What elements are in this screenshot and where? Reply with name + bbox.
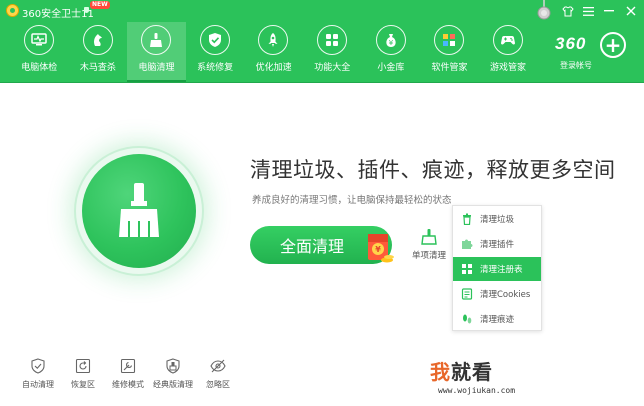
puzzle-icon [462, 239, 473, 249]
money-bag-icon: ¥ [375, 25, 406, 55]
brand-360: 360 [555, 34, 587, 53]
svg-text:¥: ¥ [375, 245, 381, 254]
menu-item-label: 清理痕迹 [480, 315, 515, 325]
menu-item-clean-junk[interactable]: 清理垃圾 [453, 207, 541, 231]
tool-label: 恢复区 [71, 380, 95, 389]
single-clean-button[interactable]: 单项清理 [408, 228, 450, 261]
watermark: 我就看 www.wojiukan.com [430, 356, 515, 395]
nav-item-computer-checkup[interactable]: 电脑体检 [10, 22, 69, 80]
tool-label: 维修模式 [112, 380, 144, 389]
bottom-toolbar: 自动清理 恢复区 维修模式 经典版清理 忽略区 [16, 358, 241, 390]
nav-label: 软件管家 [431, 63, 468, 73]
menu-item-clean-cookies[interactable]: 清理Cookies [453, 282, 541, 306]
shield-icon [84, 7, 89, 13]
trash-icon [463, 213, 471, 225]
broom-icon [141, 25, 172, 55]
watermark-url: www.wojiukan.com [438, 386, 516, 395]
new-badge: NEW [90, 1, 110, 9]
tool-label: 忽略区 [206, 380, 230, 389]
nav-label: 优化加速 [255, 63, 292, 73]
tool-restore[interactable]: 恢复区 [61, 358, 105, 390]
nav-item-system-repair[interactable]: 系统修复 [186, 22, 245, 80]
menu-item-clean-registry[interactable]: 清理注册表 [453, 257, 541, 281]
monitor-check-icon [24, 25, 54, 55]
nav-label: 小金库 [377, 63, 405, 73]
apps-icon [434, 25, 465, 55]
tool-auto-clean[interactable]: 自动清理 [16, 358, 60, 390]
broom-icon [421, 229, 437, 245]
nav-item-software-manager[interactable]: 软件管家 [420, 22, 479, 80]
menu-item-clean-traces[interactable]: 清理痕迹 [453, 307, 541, 331]
auto-clean-icon [31, 358, 45, 374]
nav-item-optimize[interactable]: 优化加速 [244, 22, 303, 80]
broom-icon [119, 183, 159, 237]
menu-icon[interactable] [580, 3, 596, 19]
page-subline: 养成良好的清理习惯，让电脑保持最轻松的状态 [252, 195, 452, 206]
nav-item-treasury[interactable]: ¥ 小金库 [362, 22, 421, 80]
menu-item-label: 清理插件 [480, 240, 515, 250]
tool-label: 自动清理 [22, 380, 54, 389]
repair-icon [120, 358, 136, 374]
nav-item-all-features[interactable]: 功能大全 [303, 22, 362, 80]
full-clean-label: 全面清理 [280, 237, 345, 256]
rocket-icon [258, 25, 289, 55]
footprint-icon [463, 314, 472, 324]
nav-label: 电脑体检 [21, 63, 58, 73]
title-bar: 360安全卫士11 NEW [0, 0, 644, 22]
svg-text:¥: ¥ [388, 39, 393, 47]
menu-item-label: 清理垃圾 [480, 215, 515, 225]
shield-check-icon [199, 25, 230, 55]
tool-classic-clean[interactable]: 经典版清理 [151, 358, 195, 390]
tool-ignore-zone[interactable]: 忽略区 [196, 358, 240, 390]
ignore-icon [210, 359, 226, 373]
close-icon[interactable] [623, 3, 639, 19]
plus-icon[interactable]: + [600, 32, 626, 58]
page-headline: 清理垃圾、插件、痕迹，释放更多空间 [250, 158, 616, 182]
main-nav: 电脑体检 木马查杀 电脑清理 系统修复 优化加速 功能大全 ¥ 小金库 软件管家… [10, 22, 538, 83]
nav-label: 电脑清理 [138, 63, 175, 73]
menu-item-label: 清理Cookies [480, 290, 531, 300]
single-clean-menu: 清理垃圾 清理插件 清理注册表 清理Cookies 清理痕迹 [452, 205, 542, 331]
red-packet-icon[interactable]: ¥ [365, 228, 395, 264]
nav-item-trojan-scan[interactable]: 木马查杀 [69, 22, 128, 80]
nav-label: 功能大全 [314, 63, 351, 73]
tool-repair-mode[interactable]: 维修模式 [106, 358, 150, 390]
registry-icon [462, 264, 472, 274]
watermark-prefix: 我 [430, 360, 451, 384]
watermark-main: 就看 [451, 360, 493, 384]
horse-icon [82, 25, 113, 55]
watermark-brand: 我就看 [430, 356, 515, 385]
account-area[interactable]: 360 + 登录帐号 [552, 30, 644, 80]
menu-item-clean-plugins[interactable]: 清理插件 [453, 232, 541, 256]
app-title: 360安全卫士11 [22, 9, 94, 20]
single-clean-label: 单项清理 [411, 251, 446, 261]
nav-label: 木马查杀 [79, 63, 116, 73]
medal-icon[interactable] [536, 0, 552, 22]
tshirt-icon[interactable] [560, 3, 576, 19]
minimize-icon[interactable] [601, 3, 617, 19]
tool-label: 经典版清理 [153, 380, 193, 389]
menu-item-label: 清理注册表 [480, 265, 523, 275]
restore-icon [75, 358, 91, 374]
top-header: 360安全卫士11 NEW 电脑体检 木马查杀 电脑清理 系统修复 优化加速 功… [0, 0, 644, 83]
classic-icon [166, 358, 180, 374]
nav-item-game-manager[interactable]: 游戏管家 [479, 22, 538, 80]
gamepad-icon [492, 25, 523, 55]
login-label[interactable]: 登录帐号 [560, 60, 592, 71]
cookie-icon [461, 288, 473, 300]
nav-label: 系统修复 [197, 63, 234, 73]
cleanup-hero-button[interactable] [82, 154, 196, 268]
app-logo-icon [6, 4, 19, 17]
nav-item-computer-cleanup[interactable]: 电脑清理 [127, 22, 186, 83]
nav-label: 游戏管家 [490, 63, 527, 73]
grid-icon [316, 25, 347, 55]
